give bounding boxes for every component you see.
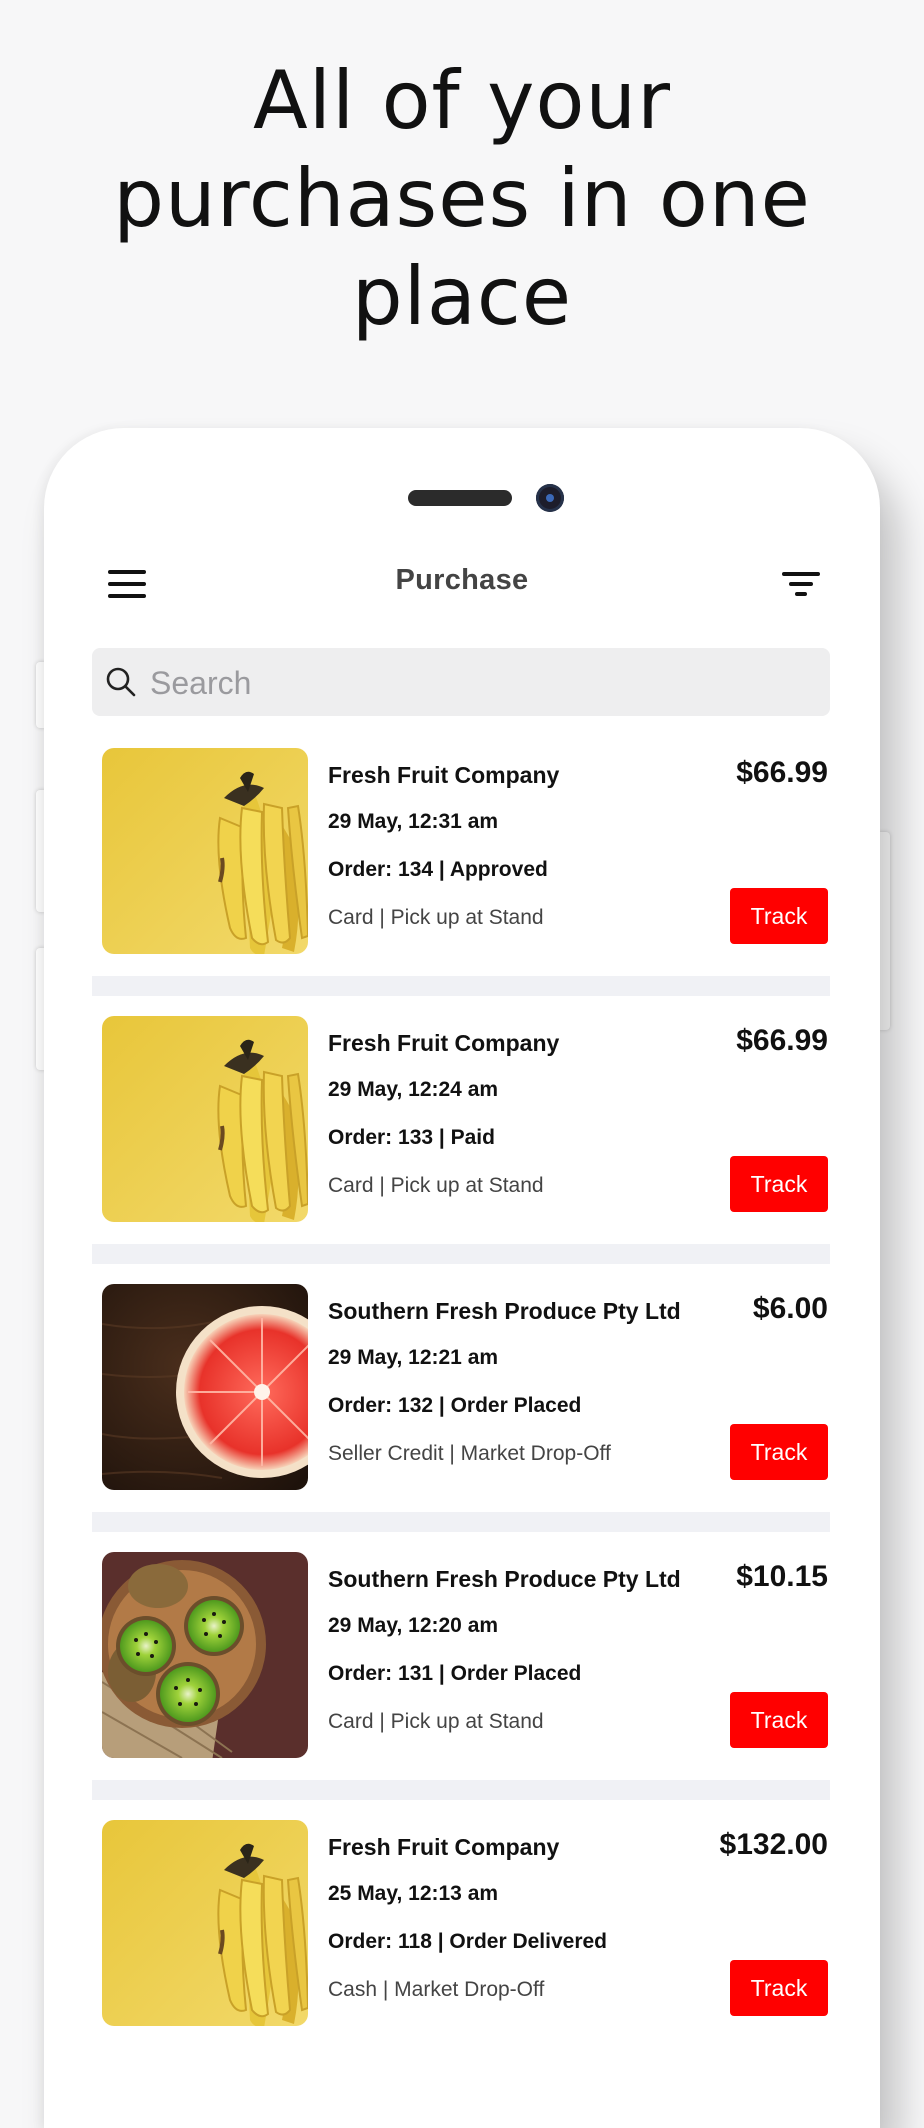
search-icon — [106, 667, 136, 697]
track-button[interactable]: Track — [730, 1960, 828, 2016]
order-date: 29 May, 12:21 am — [328, 1346, 499, 1369]
company-name: Fresh Fruit Company — [328, 762, 560, 788]
banana-image — [102, 1820, 308, 2026]
headline-line-2: purchases in one — [113, 152, 811, 245]
track-button[interactable]: Track — [730, 1424, 828, 1480]
filter-icon[interactable] — [782, 572, 820, 598]
banana-image — [102, 1016, 308, 1222]
phone-frame: Purchase Search Fresh Fruit Company 29 M… — [44, 428, 880, 2128]
company-name: Southern Fresh Produce Pty Ltd — [328, 1566, 681, 1592]
headline-line-3: place — [351, 250, 573, 343]
order-status: Order: 132 | Order Placed — [328, 1394, 582, 1417]
purchase-card[interactable]: Southern Fresh Produce Pty Ltd 29 May, 1… — [92, 1532, 830, 1780]
order-status: Order: 131 | Order Placed — [328, 1662, 582, 1685]
list-separator — [92, 976, 830, 996]
company-name: Fresh Fruit Company — [328, 1030, 560, 1056]
nav-bar: Purchase — [44, 550, 880, 620]
order-status: Order: 133 | Paid — [328, 1126, 495, 1149]
purchase-card[interactable]: Fresh Fruit Company 29 May, 12:24 am Ord… — [92, 996, 830, 1244]
order-price: $66.99 — [736, 756, 828, 789]
order-date: 25 May, 12:13 am — [328, 1882, 499, 1905]
payment-method: Card | Pick up at Stand — [328, 906, 544, 929]
payment-method: Card | Pick up at Stand — [328, 1710, 544, 1733]
payment-method: Cash | Market Drop-Off — [328, 1978, 545, 2001]
list-separator — [92, 1512, 830, 1532]
purchase-card[interactable]: Fresh Fruit Company 29 May, 12:31 am Ord… — [92, 728, 830, 976]
grapefruit-image — [102, 1284, 308, 1490]
order-date: 29 May, 12:31 am — [328, 810, 499, 833]
order-status: Order: 118 | Order Delivered — [328, 1930, 608, 1953]
list-separator — [92, 1244, 830, 1264]
banana-image — [102, 748, 308, 954]
purchase-card[interactable]: Fresh Fruit Company 25 May, 12:13 am Ord… — [92, 1800, 830, 2048]
order-price: $132.00 — [719, 1828, 828, 1861]
search-bar[interactable] — [92, 648, 830, 718]
phone-speaker — [408, 490, 512, 506]
order-price: $10.15 — [736, 1560, 828, 1593]
company-name: Southern Fresh Produce Pty Ltd — [328, 1298, 681, 1324]
track-button[interactable]: Track — [730, 888, 828, 944]
order-date: 29 May, 12:24 am — [328, 1078, 499, 1101]
payment-method: Seller Credit | Market Drop-Off — [328, 1442, 611, 1465]
payment-method: Card | Pick up at Stand — [328, 1174, 544, 1197]
track-button[interactable]: Track — [730, 1692, 828, 1748]
order-price: $6.00 — [752, 1292, 828, 1325]
page-title: Purchase — [395, 564, 529, 596]
order-date: 29 May, 12:20 am — [328, 1614, 499, 1637]
search-input[interactable] — [148, 648, 812, 718]
purchase-list: Fresh Fruit Company 29 May, 12:31 am Ord… — [92, 728, 830, 2048]
list-separator — [92, 1780, 830, 1800]
order-price: $66.99 — [736, 1024, 828, 1057]
company-name: Fresh Fruit Company — [328, 1834, 560, 1860]
purchase-card[interactable]: Southern Fresh Produce Pty Ltd 29 May, 1… — [92, 1264, 830, 1512]
headline: All of your purchases in one place — [0, 52, 924, 346]
order-status: Order: 134 | Approved — [328, 858, 548, 881]
track-button[interactable]: Track — [730, 1156, 828, 1212]
phone-camera — [536, 484, 564, 512]
headline-line-1: All of your — [252, 54, 672, 147]
kiwi-image — [102, 1552, 308, 1758]
